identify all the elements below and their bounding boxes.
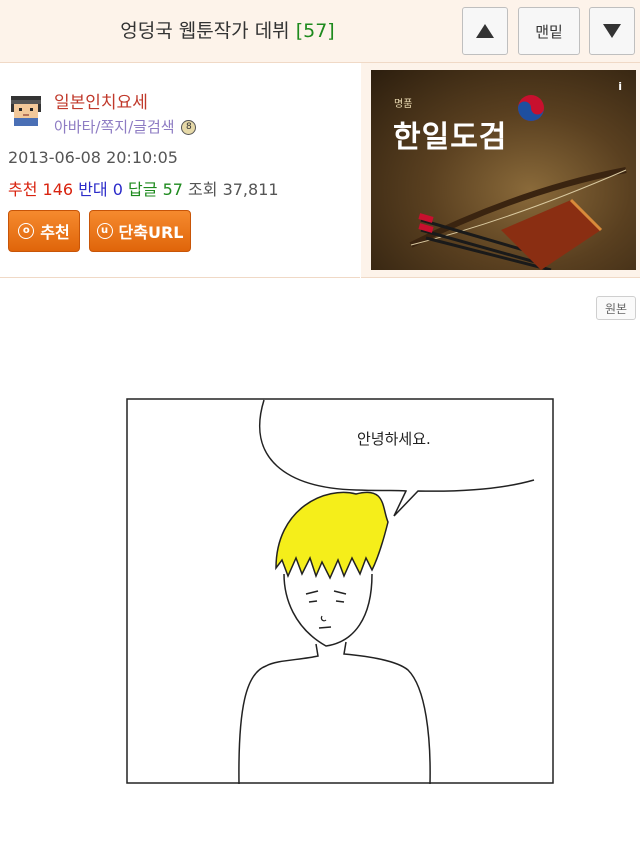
speech-bubble-text: 안녕하세요. xyxy=(357,430,431,448)
short-url-button-label: 단축URL xyxy=(118,223,184,242)
url-circle-icon: u xyxy=(96,223,113,239)
oppose-label: 반대 xyxy=(78,180,108,199)
avatar-icon[interactable] xyxy=(8,92,44,128)
search-posts-link[interactable]: 글검색 xyxy=(133,118,174,136)
reply-count[interactable]: [57] xyxy=(296,20,335,42)
message-link[interactable]: 쪽지 xyxy=(100,118,128,136)
arrow-down-icon xyxy=(603,24,621,38)
scroll-down-button[interactable] xyxy=(589,7,635,55)
post-title: 엉덩국 웹툰작가 데뷔 [57] xyxy=(0,0,455,62)
ad-info-icon[interactable]: i xyxy=(618,80,622,93)
level-badge-icon: 8 xyxy=(181,120,197,135)
reply-label: 답글 xyxy=(128,180,158,199)
top-bar: 엉덩국 웹툰작가 데뷔 [57] 맨밑 xyxy=(0,0,640,63)
recommend-button[interactable]: o 추천 xyxy=(8,210,80,252)
arrow-up-icon xyxy=(476,24,494,38)
recommend-circle-icon: o xyxy=(18,223,35,239)
reply-count-value: 57 xyxy=(162,180,183,199)
post-title-text: 엉덩국 웹툰작가 데뷔 xyxy=(120,20,290,42)
ad-brand-name: 한일도검 xyxy=(393,120,508,155)
original-image-button[interactable]: 원본 xyxy=(596,296,636,320)
recommend-label: 추천 xyxy=(8,180,38,199)
recommend-button-label: 추천 xyxy=(40,223,70,242)
view-count: 37,811 xyxy=(222,180,279,199)
post-date: 2013-06-08 20:10:05 xyxy=(8,148,178,167)
avatar-link[interactable]: 아바타 xyxy=(54,118,95,136)
ad-brand-small: 명품 xyxy=(394,99,413,110)
author-links: 아바타/쪽지/글검색 8 xyxy=(54,116,197,137)
author-nickname[interactable]: 일본인치요세 xyxy=(54,88,148,113)
scroll-bottom-button[interactable]: 맨밑 xyxy=(518,7,580,55)
scroll-up-button[interactable] xyxy=(462,7,508,55)
view-label: 조회 xyxy=(188,180,218,199)
post-stats: 추천 146 반대 0 답글 57 조회 37,811 xyxy=(8,176,279,200)
comic-panel-image xyxy=(126,398,554,785)
oppose-count: 0 xyxy=(112,180,123,199)
recommend-count: 146 xyxy=(42,180,74,199)
short-url-button[interactable]: u 단축URL xyxy=(89,210,191,252)
ad-banner[interactable]: 명품 한일도검 i xyxy=(371,70,636,270)
